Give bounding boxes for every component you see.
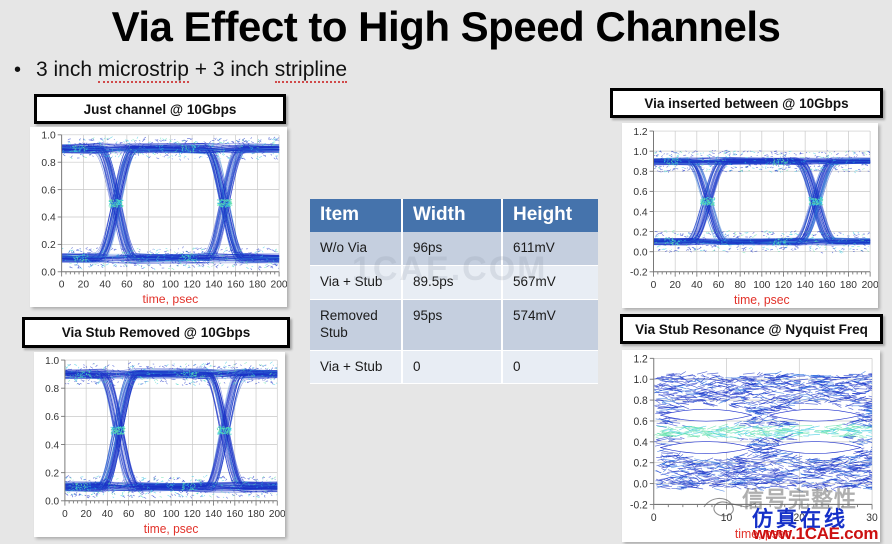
svg-text:160: 160 [818,280,835,291]
bullet-text-stripline: stripline [274,58,348,83]
svg-text:0.8: 0.8 [41,158,56,169]
caption-via-stub-removed: Via Stub Removed @ 10Gbps [22,317,290,348]
svg-text:0.8: 0.8 [633,167,647,178]
table-header-item: Item [310,199,403,232]
svg-text:120: 120 [184,509,201,520]
svg-text:0.0: 0.0 [633,247,647,258]
svg-text:200: 200 [269,509,285,520]
table-header-row: Item Width Height [310,199,598,232]
svg-text:20: 20 [78,279,90,290]
caption-just-channel: Just channel @ 10Gbps [34,94,286,124]
slide-canvas: Via Effect to High Speed Channels • 3 in… [0,0,892,544]
bullet-marker: • [14,59,22,81]
cell-height: 567mV [502,265,598,300]
svg-text:140: 140 [205,509,222,520]
svg-text:time, psec: time, psec [734,293,790,307]
bullet-text-microstrip: microstrip [97,58,189,83]
svg-text:180: 180 [248,509,265,520]
svg-text:180: 180 [249,279,266,290]
svg-text:0.2: 0.2 [633,227,647,238]
svg-text:80: 80 [144,509,155,520]
eye-diagram-via-stub-removed: 0.0 0.2 0.4 0.6 0.8 1.0 0 20 40 60 80 100 120 140 160 1… [34,352,285,537]
table-header-height: Height [502,199,598,232]
svg-text:0.0: 0.0 [45,496,59,507]
svg-text:180: 180 [840,280,857,291]
svg-text:40: 40 [691,280,703,291]
svg-text:140: 140 [797,280,814,291]
eye-diagram-svg-tl: 0.0 0.2 0.4 0.6 0.8 1.0 0 20 40 60 80 100 120 140 160 1… [30,127,287,307]
bullet-text: 3 inch microstrip + 3 inch stripline [36,58,348,83]
svg-text:120: 120 [775,280,792,291]
svg-text:-0.2: -0.2 [630,268,648,279]
cell-width: 89.5ps [402,265,503,300]
comparison-table: Item Width Height W/o Via 96ps 611mV Via… [310,199,598,385]
eye-diagram-svg-tr: -0.2 0.0 0.2 0.4 0.6 0.8 1.0 1.2 0 20 40 60 80 100 120… [622,123,878,308]
svg-text:0.8: 0.8 [45,384,59,395]
caption-via-inserted: Via inserted between @ 10Gbps [610,88,883,118]
svg-text:160: 160 [226,509,243,520]
svg-text:200: 200 [271,279,287,290]
svg-text:100: 100 [162,279,179,290]
svg-text:0: 0 [62,509,68,520]
svg-text:40: 40 [102,509,113,520]
table-row: W/o Via 96ps 611mV [310,232,598,266]
bullet-text-pre: 3 inch [36,58,98,81]
svg-text:20: 20 [669,280,681,291]
svg-text:1.2: 1.2 [633,127,647,138]
table-row: Removed Stub 95ps 574mV [310,299,598,351]
svg-text:time, psec: time, psec [142,292,198,306]
svg-text:0: 0 [651,280,657,291]
cell-width: 95ps [402,299,503,351]
svg-text:100: 100 [753,280,770,291]
svg-text:1.0: 1.0 [41,131,56,142]
table-header-width: Width [402,199,503,232]
table-row: Via + Stub 0 0 [310,350,598,385]
svg-text:160: 160 [227,279,244,290]
svg-text:0: 0 [59,279,65,290]
bullet-text-mid: + 3 inch [188,58,275,81]
svg-text:0.2: 0.2 [45,468,59,479]
svg-text:0.6: 0.6 [633,187,647,198]
svg-text:time, psec: time, psec [144,522,199,536]
svg-text:120: 120 [184,279,201,290]
eye-diagram-just-channel: 0.0 0.2 0.4 0.6 0.8 1.0 0 20 40 60 80 100 120 140 160 1… [30,127,287,307]
cell-width: 0 [402,350,503,385]
svg-text:20: 20 [81,509,92,520]
svg-text:1.0: 1.0 [633,147,647,158]
table-body: W/o Via 96ps 611mV Via + Stub 89.5ps 567… [310,232,598,385]
svg-text:0.0: 0.0 [41,268,56,279]
svg-text:60: 60 [713,280,725,291]
watermark-url: www.1CAE.com [753,524,879,543]
cell-item: Via + Stub [310,265,403,300]
page-title: Via Effect to High Speed Channels [111,3,781,50]
svg-text:0.4: 0.4 [45,440,59,451]
svg-text:0.6: 0.6 [45,412,59,423]
comparison-table-wrapper: Item Width Height W/o Via 96ps 611mV Via… [310,199,598,385]
svg-text:80: 80 [734,280,746,291]
cell-height: 611mV [502,232,598,266]
cell-item: Via + Stub [310,350,403,385]
svg-text:0.6: 0.6 [41,185,56,196]
svg-text:1.0: 1.0 [45,356,59,367]
svg-text:100: 100 [163,509,180,520]
caption-via-stub-resonance: Via Stub Resonance @ Nyquist Freq [620,314,883,344]
eye-diagram-via-inserted: -0.2 0.0 0.2 0.4 0.6 0.8 1.0 1.2 0 20 40 60 80 100 120… [622,123,878,308]
svg-text:60: 60 [121,279,133,290]
svg-text:80: 80 [143,279,155,290]
cell-width: 96ps [402,232,503,266]
svg-text:0.4: 0.4 [41,213,56,224]
cell-height: 0 [502,350,598,385]
cell-item: Removed Stub [310,299,403,351]
svg-text:200: 200 [862,280,878,291]
table-row: Via + Stub 89.5ps 567mV [310,265,598,300]
cell-height: 574mV [502,299,598,351]
bullet-line: • 3 inch microstrip + 3 inch stripline [14,58,348,83]
svg-text:140: 140 [205,279,222,290]
svg-text:0.4: 0.4 [633,207,647,218]
svg-text:0.2: 0.2 [41,240,56,251]
svg-text:40: 40 [99,279,111,290]
svg-text:60: 60 [123,509,134,520]
cell-item: W/o Via [310,232,403,266]
eye-diagram-svg-bl: 0.0 0.2 0.4 0.6 0.8 1.0 0 20 40 60 80 100 120 140 160 1… [34,352,285,537]
